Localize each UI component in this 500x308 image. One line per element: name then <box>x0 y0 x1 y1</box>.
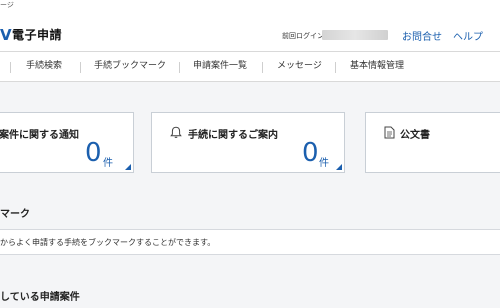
contact-link[interactable]: お問合せ <box>402 28 442 43</box>
bookmark-description: からよく申請する手続をブックマークすることができます。 <box>0 238 216 247</box>
nav-item-procedure-bookmarks[interactable]: 手続ブックマーク <box>94 52 166 82</box>
official-documents-card[interactable]: 公文書 <box>365 112 500 173</box>
document-icon <box>384 124 395 143</box>
breadcrumb: ージ <box>0 1 14 9</box>
card-count: 0 <box>85 138 102 168</box>
app-title: 電子申請 <box>12 28 63 42</box>
corner-arrow-icon <box>336 164 342 170</box>
bell-icon <box>170 124 182 143</box>
nav-item-application-list[interactable]: 申請案件一覧 <box>193 52 247 82</box>
nav-item-basic-info[interactable]: 基本情報管理 <box>350 52 404 82</box>
logo[interactable]: V <box>0 26 12 44</box>
last-login-value-redacted <box>322 30 388 40</box>
nav-separator <box>262 62 263 73</box>
card-title: 案件に関する通知 <box>0 130 79 141</box>
bookmark-section-title: マーク <box>0 209 30 220</box>
corner-arrow-icon <box>125 164 131 170</box>
nav-separator <box>335 62 336 73</box>
applications-section-title: している申請案件 <box>0 292 80 303</box>
help-link[interactable]: ヘルプ <box>453 28 483 43</box>
bookmark-panel: からよく申請する手続をブックマークすることができます。 <box>0 229 500 255</box>
guidance-card[interactable]: 手続に関するご案内 0 件 <box>151 112 345 173</box>
nav-separator <box>179 62 180 73</box>
card-unit: 件 <box>103 158 113 169</box>
nav-item-messages[interactable]: メッセージ <box>277 52 322 82</box>
nav-item-procedure-search[interactable]: 手続検索 <box>26 52 62 82</box>
card-unit: 件 <box>319 158 329 169</box>
nav-separator <box>80 62 81 73</box>
card-title: 手続に関するご案内 <box>188 130 278 141</box>
last-login-label: 前回ログイン <box>282 32 324 40</box>
card-title: 公文書 <box>400 130 430 141</box>
notification-card[interactable]: 案件に関する通知 0 件 <box>0 112 134 173</box>
nav-separator <box>10 62 11 73</box>
card-count: 0 <box>302 138 319 168</box>
main-nav: 手続検索 手続ブックマーク 申請案件一覧 メッセージ 基本情報管理 <box>0 52 500 82</box>
